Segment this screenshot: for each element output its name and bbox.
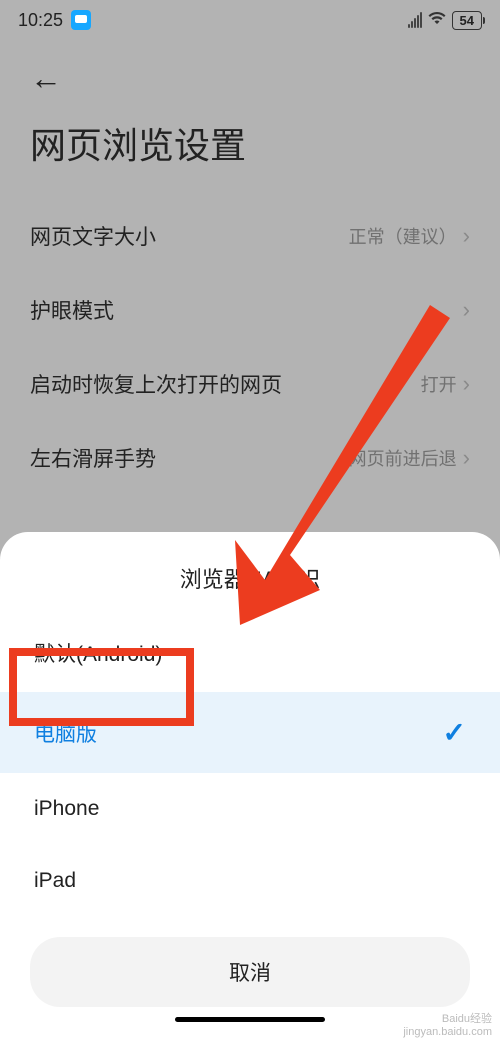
home-indicator[interactable]	[175, 1017, 325, 1022]
status-bar: 10:25 54	[0, 0, 500, 40]
option-label: 电脑版	[34, 718, 97, 748]
setting-label: 护眼模式	[30, 295, 114, 325]
ua-option-android[interactable]: 默认(Android)	[0, 614, 500, 692]
option-label: iPhone	[34, 797, 99, 821]
option-label: 默认(Android)	[34, 638, 162, 668]
wifi-icon	[428, 11, 446, 30]
ua-option-iphone[interactable]: iPhone	[0, 773, 500, 845]
setting-label: 启动时恢复上次打开的网页	[30, 369, 282, 399]
setting-label: 网页文字大小	[30, 221, 156, 251]
chevron-right-icon: ›	[463, 223, 470, 249]
status-time: 10:25	[18, 10, 63, 31]
signal-icon	[408, 12, 422, 28]
chevron-right-icon: ›	[463, 297, 470, 323]
ua-selector-sheet: 浏览器UA标识 默认(Android) 电脑版 ✓ iPhone iPad 取消	[0, 532, 500, 1042]
setting-swipe-gesture[interactable]: 左右滑屏手势 网页前进后退›	[0, 421, 500, 495]
setting-restore-pages[interactable]: 启动时恢复上次打开的网页 打开›	[0, 347, 500, 421]
setting-value: 正常（建议）	[349, 223, 457, 249]
option-label: iPad	[34, 869, 76, 893]
ua-option-ipad[interactable]: iPad	[0, 845, 500, 917]
chevron-right-icon: ›	[463, 371, 470, 397]
setting-label: 左右滑屏手势	[30, 443, 156, 473]
chevron-right-icon: ›	[463, 445, 470, 471]
watermark: Baidu经验 jingyan.baidu.com	[403, 1013, 492, 1039]
setting-text-size[interactable]: 网页文字大小 正常（建议）›	[0, 199, 500, 273]
ua-option-desktop[interactable]: 电脑版 ✓	[0, 692, 500, 773]
page-title: 网页浏览设置	[0, 107, 500, 199]
check-icon: ✓	[443, 716, 466, 749]
battery-indicator: 54	[452, 11, 482, 30]
sheet-title: 浏览器UA标识	[0, 562, 500, 594]
cancel-button[interactable]: 取消	[30, 937, 470, 1007]
setting-value: 网页前进后退	[349, 445, 457, 471]
back-button[interactable]: ←	[0, 40, 500, 107]
setting-value: 打开	[421, 371, 457, 397]
notification-app-icon	[71, 10, 91, 30]
setting-eye-protection[interactable]: 护眼模式 ›	[0, 273, 500, 347]
